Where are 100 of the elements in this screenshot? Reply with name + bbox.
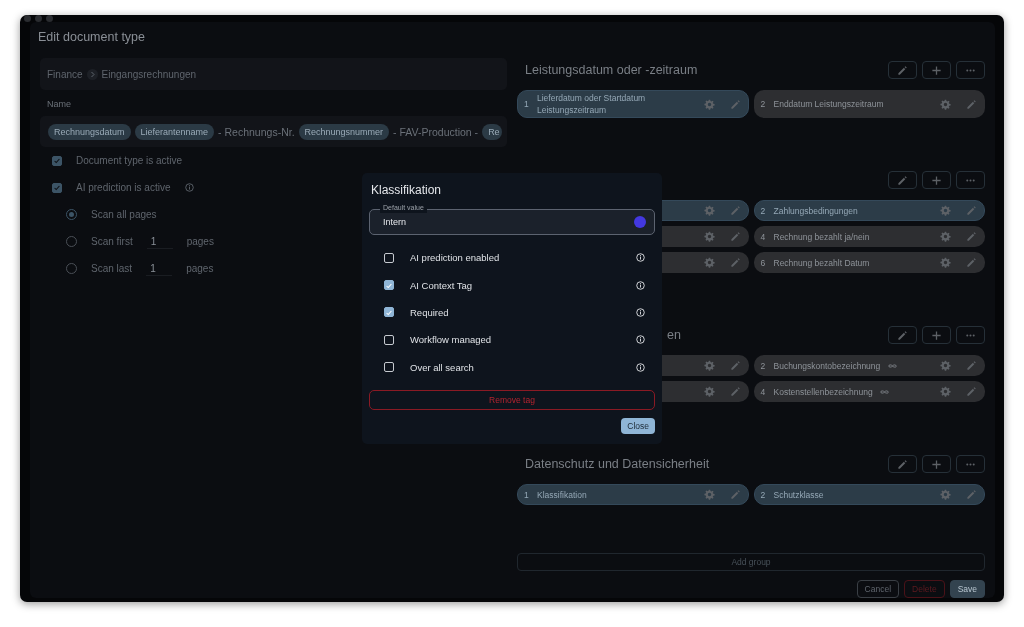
add-button[interactable] xyxy=(922,171,951,189)
page-count-field[interactable]: 1 xyxy=(146,234,173,249)
pencil-icon xyxy=(897,174,908,186)
gear-icon[interactable] xyxy=(703,205,715,216)
breadcrumb-item[interactable]: Eingangsrechnungen xyxy=(101,68,197,80)
window-control-dot[interactable] xyxy=(24,15,31,22)
field-tag[interactable]: 2 Enddatum Leistungszeitraum xyxy=(753,90,985,118)
placeholder-chip[interactable]: Rechnungsdatum xyxy=(48,123,131,140)
checkbox-label: AI Context Tag xyxy=(410,279,473,291)
checkbox[interactable] xyxy=(52,155,62,166)
tag-number: 2 xyxy=(760,205,767,216)
tag-label: Lieferdatum oder Startdatum Leistungszeitraum xyxy=(537,93,646,115)
radio-label: Scan all pages xyxy=(91,209,157,220)
field-tag[interactable]: 6 Rechnung bezahlt Datum xyxy=(753,252,985,273)
gear-icon[interactable] xyxy=(940,205,951,216)
placeholder-chip[interactable]: Lieferantenname xyxy=(134,123,215,140)
tag-number: 4 xyxy=(760,231,767,242)
link-icon xyxy=(887,363,897,370)
checkbox[interactable] xyxy=(384,307,394,318)
gear-icon[interactable] xyxy=(940,386,951,397)
field-tag[interactable]: 4 Kostenstellenbezeichnung xyxy=(753,381,985,402)
gear-icon[interactable] xyxy=(940,489,951,500)
add-button[interactable] xyxy=(922,61,951,79)
radio-label: pages xyxy=(186,263,214,274)
gear-icon[interactable] xyxy=(940,360,951,371)
more-button[interactable] xyxy=(956,326,985,344)
field-tag[interactable]: 2 Schutzklasse xyxy=(753,484,985,505)
edit-button[interactable] xyxy=(888,61,917,79)
gear-icon[interactable] xyxy=(703,98,715,110)
pencil-icon[interactable] xyxy=(966,205,977,216)
gear-icon[interactable] xyxy=(703,386,715,397)
pencil-icon[interactable] xyxy=(729,98,741,110)
tag-number: 1 xyxy=(524,99,530,109)
placeholder-chip[interactable]: Re xyxy=(482,123,502,140)
tag-number: 2 xyxy=(760,489,767,500)
gear-icon[interactable] xyxy=(703,489,715,500)
window-control-dot[interactable] xyxy=(35,15,42,22)
pencil-icon[interactable] xyxy=(966,360,977,371)
pencil-icon[interactable] xyxy=(966,98,977,110)
color-dot[interactable] xyxy=(634,216,646,228)
gear-icon[interactable] xyxy=(703,257,715,268)
footer-button[interactable]: Cancel xyxy=(856,580,900,598)
tag-label: Zahlungsbedingungen xyxy=(773,205,858,216)
breadcrumb-item[interactable]: Finance xyxy=(47,68,83,80)
add-button[interactable] xyxy=(922,326,951,344)
more-button[interactable] xyxy=(956,61,985,79)
edit-button[interactable] xyxy=(888,455,917,473)
tag-label: Kostenstellenbezeichnung xyxy=(773,386,873,397)
name-text: - FAV-Production - xyxy=(393,125,479,138)
tag-label: Klassifikation xyxy=(537,489,587,500)
pencil-icon[interactable] xyxy=(966,231,977,242)
info-icon xyxy=(636,362,645,372)
more-button[interactable] xyxy=(956,455,985,473)
gear-icon[interactable] xyxy=(940,231,951,242)
checkbox-label: Required xyxy=(410,307,449,318)
name-field[interactable]: Rechnungsdatum Lieferantenname - Rechnungs-Nr. Rechnungsnummer - FAV-Production - Re xyxy=(40,116,507,147)
edit-button[interactable] xyxy=(888,326,917,344)
gear-icon[interactable] xyxy=(703,360,715,371)
field-tag[interactable]: 2 Buchungskontobezeichnung xyxy=(753,355,985,376)
gear-icon[interactable] xyxy=(703,231,715,242)
pencil-icon[interactable] xyxy=(966,386,977,397)
pencil-icon[interactable] xyxy=(729,360,741,371)
tag-label: Rechnung bezahlt Datum xyxy=(773,257,870,268)
field-tag[interactable]: 1 Klassifikation xyxy=(517,484,749,505)
checkbox-label: AI prediction is active xyxy=(76,182,171,193)
window-control-dot[interactable] xyxy=(46,15,53,22)
pencil-icon[interactable] xyxy=(966,257,977,268)
pencil-icon[interactable] xyxy=(729,205,741,216)
field-tag[interactable]: 1 Lieferdatum oder Startdatum Leistungszeitraum xyxy=(517,90,749,118)
footer-button[interactable]: Save xyxy=(949,580,985,598)
close-button[interactable]: Close xyxy=(621,418,655,434)
edit-button[interactable] xyxy=(888,171,917,189)
dialog-title: Klassifikation xyxy=(371,183,443,197)
gear-icon[interactable] xyxy=(940,98,951,110)
name-text: - Rechnungs-Nr. xyxy=(218,125,295,138)
remove-tag-button[interactable]: Remove tag xyxy=(369,389,655,410)
group-title: Leistungsdatum oder -zeitraum xyxy=(525,63,698,77)
chevron-right-icon xyxy=(86,68,98,80)
add-button[interactable] xyxy=(922,455,951,473)
checkbox[interactable] xyxy=(384,280,394,291)
plus-icon xyxy=(931,458,942,470)
pencil-icon[interactable] xyxy=(729,386,741,397)
pencil-icon[interactable] xyxy=(729,489,741,500)
pencil-icon[interactable] xyxy=(729,231,741,242)
pencil-icon[interactable] xyxy=(729,257,741,268)
tag-label: Enddatum Leistungszeitraum xyxy=(773,99,884,109)
link-icon xyxy=(880,389,890,396)
field-tag[interactable]: 4 Rechnung bezahlt ja/nein xyxy=(753,226,985,247)
tag-label: Schutzklasse xyxy=(773,489,824,500)
info-icon xyxy=(636,308,645,317)
info-icon xyxy=(184,183,194,192)
placeholder-chip[interactable]: Rechnungsnummer xyxy=(298,123,390,140)
tag-number: 4 xyxy=(760,386,767,397)
checkbox[interactable] xyxy=(52,182,62,193)
page-count-field[interactable]: 1 xyxy=(146,261,173,276)
group-title: Datenschutz und Datensicherheit xyxy=(525,457,710,471)
field-tag[interactable]: 2 Zahlungsbedingungen xyxy=(753,200,985,221)
gear-icon[interactable] xyxy=(940,257,951,268)
pencil-icon[interactable] xyxy=(966,489,977,500)
more-button[interactable] xyxy=(956,171,985,189)
